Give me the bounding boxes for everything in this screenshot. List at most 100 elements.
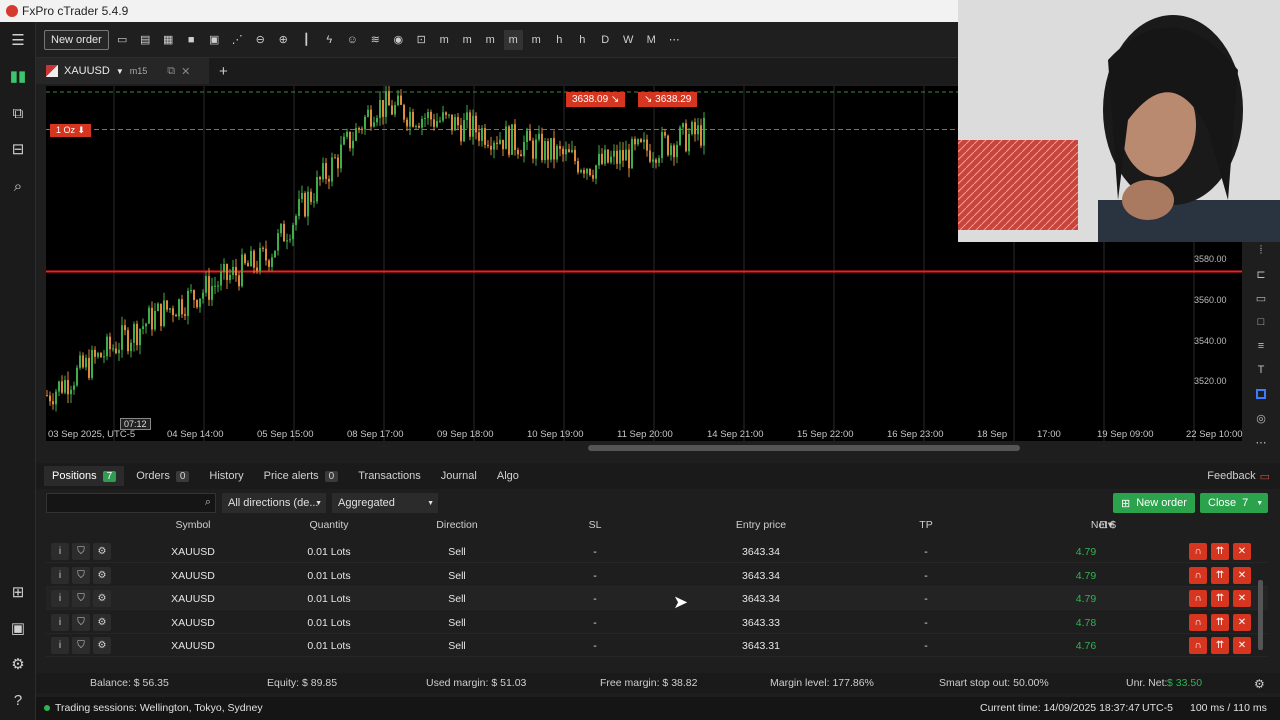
reverse-position-icon[interactable]: ∩ — [1189, 637, 1207, 654]
chart-scrollbar[interactable] — [588, 445, 1020, 451]
lines-icon[interactable]: ≡ — [1246, 336, 1276, 356]
tab-orders[interactable]: Orders 0 — [128, 466, 197, 486]
channel-icon[interactable]: ⊏ — [1246, 264, 1276, 284]
table-scrollbar[interactable] — [1258, 580, 1263, 650]
reverse-position-icon[interactable]: ∩ — [1189, 543, 1207, 560]
zoom-out-icon[interactable]: ⊖ — [251, 30, 270, 50]
tab-positions[interactable]: Positions 7 — [44, 466, 125, 486]
tab-history[interactable]: History — [201, 466, 251, 486]
timeframe-m2-icon[interactable]: m — [458, 30, 477, 50]
copy-icon[interactable]: ⧉ — [0, 98, 36, 128]
indicator-icon[interactable]: ⋰ — [228, 30, 247, 50]
tab-journal[interactable]: Journal — [433, 466, 485, 486]
shield-icon[interactable]: ⛉ — [72, 590, 90, 607]
rectangle-tool-icon[interactable]: □ — [1246, 312, 1276, 332]
gear-icon[interactable]: ⚙ — [93, 566, 111, 584]
timeframe-m15-icon[interactable]: m — [503, 29, 523, 50]
robot-icon[interactable]: ☺ — [343, 30, 362, 50]
cell-tp[interactable]: - — [889, 640, 963, 652]
cell-tp[interactable]: - — [889, 593, 963, 605]
more-tools-icon[interactable]: ⋯ — [1246, 432, 1276, 452]
timezone[interactable]: UTC-5 — [1142, 702, 1173, 714]
order-line-tag[interactable]: 1 Oz ⬇ — [50, 124, 92, 137]
double-position-icon[interactable]: ⇈ — [1211, 613, 1229, 631]
col-quantity[interactable]: Quantity — [292, 519, 366, 531]
eye-icon[interactable]: ◉ — [389, 30, 408, 50]
info-icon[interactable]: i — [51, 590, 69, 607]
info-icon[interactable]: i — [51, 543, 69, 560]
col-entry-price[interactable]: Entry price — [724, 519, 798, 531]
close-all-button[interactable]: Close 7 ▼ — [1200, 493, 1268, 513]
single-chart-icon[interactable]: ■ — [182, 30, 201, 50]
table-row[interactable]: i ⛉ ⚙ XAUUSD 0.01 Lots Sell - 3643.34 - … — [46, 540, 1268, 563]
chevron-down-icon[interactable]: ▼ — [116, 67, 124, 76]
direction-select[interactable]: All directions (de... ▼ — [222, 493, 326, 513]
double-position-icon[interactable]: ⇈ — [1211, 566, 1229, 584]
gear-icon[interactable]: ⚙ — [93, 637, 111, 654]
timeframe-h1-icon[interactable]: h — [550, 30, 569, 50]
table-row[interactable]: i ⛉ ⚙ XAUUSD 0.01 Lots Sell - 3643.33 - … — [46, 611, 1268, 634]
timeframe-mn-icon[interactable]: M — [642, 30, 661, 50]
close-position-icon[interactable]: ✕ — [1233, 566, 1251, 584]
add-tab-icon[interactable]: + — [209, 63, 238, 80]
info-icon[interactable]: i — [51, 613, 69, 631]
trade-icon[interactable]: ▮▮ — [0, 61, 36, 91]
summary-settings-icon[interactable]: ⚙ — [1254, 677, 1265, 691]
close-position-icon[interactable]: ✕ — [1233, 637, 1251, 654]
price-axis[interactable]: 3580.00 3560.00 3540.00 3520.00 — [1194, 240, 1240, 430]
detach-icon[interactable]: ⧉ — [167, 65, 175, 78]
text-icon[interactable]: T — [1246, 360, 1276, 380]
cell-sl[interactable]: - — [558, 640, 632, 652]
cell-sl[interactable]: - — [558, 617, 632, 629]
chevron-down-icon[interactable]: ▼ — [1256, 500, 1263, 507]
deposit-icon[interactable]: ⊞ — [0, 577, 36, 607]
timeframe-d1-icon[interactable]: D — [596, 30, 615, 50]
gear-icon[interactable]: ⚙ — [93, 543, 111, 560]
net-settings-icon[interactable]: ⊡▾ — [1096, 519, 1116, 531]
tab-price-alerts[interactable]: Price alerts 0 — [256, 466, 347, 486]
grouping-select[interactable]: Aggregated ▼ — [332, 493, 438, 513]
more-icon[interactable]: ⋯ — [665, 30, 684, 50]
cell-tp[interactable]: - — [889, 570, 963, 582]
layers-icon[interactable]: ≋ — [366, 30, 385, 50]
double-position-icon[interactable]: ⇈ — [1211, 590, 1229, 607]
shield-icon[interactable]: ⛉ — [72, 566, 90, 584]
close-position-icon[interactable]: ✕ — [1233, 543, 1251, 560]
help-icon[interactable]: ? — [0, 685, 36, 715]
fibonacci-icon[interactable]: ⦙ — [1246, 240, 1276, 260]
close-icon[interactable]: ✕ — [181, 65, 190, 78]
bolt-icon[interactable]: ϟ — [320, 30, 339, 50]
buy-price-tag[interactable]: ↘ 3638.29 — [638, 92, 698, 107]
sell-price-tag[interactable]: 3638.09 ↘ — [566, 92, 626, 107]
reverse-position-icon[interactable]: ∩ — [1189, 613, 1207, 631]
info-icon[interactable]: i — [51, 566, 69, 584]
timeframe-h4-icon[interactable]: h — [573, 30, 592, 50]
shield-icon[interactable]: ⛉ — [72, 613, 90, 631]
grid-icon[interactable]: ▦ — [159, 30, 178, 50]
timeframe-m30-icon[interactable]: m — [527, 30, 546, 50]
template-icon[interactable]: ⊡ — [412, 30, 431, 50]
col-symbol[interactable]: Symbol — [156, 519, 230, 531]
cell-sl[interactable]: - — [558, 570, 632, 582]
wallet-icon[interactable]: ▣ — [0, 613, 36, 643]
cell-sl[interactable]: - — [558, 593, 632, 605]
layout-icon[interactable]: ▤ — [136, 30, 155, 50]
reverse-position-icon[interactable]: ∩ — [1189, 566, 1207, 584]
panel-new-order-button[interactable]: ⊞ New order — [1113, 493, 1195, 513]
double-position-icon[interactable]: ⇈ — [1211, 637, 1229, 654]
cell-tp[interactable]: - — [889, 546, 963, 558]
reverse-position-icon[interactable]: ∩ — [1189, 590, 1207, 607]
shield-icon[interactable]: ⛉ — [72, 543, 90, 560]
cell-sl[interactable]: - — [558, 546, 632, 558]
cell-tp[interactable]: - — [889, 617, 963, 629]
new-order-button[interactable]: New order — [44, 29, 109, 50]
chart-tab-xauusd[interactable]: XAUUSD ▼ m15 ⧉ ✕ — [36, 58, 209, 84]
table-row[interactable]: i ⛉ ⚙ XAUUSD 0.01 Lots Sell - 3643.34 - … — [46, 564, 1268, 587]
col-tp[interactable]: TP — [889, 519, 963, 531]
table-row[interactable]: i ⛉ ⚙ XAUUSD 0.01 Lots Sell - 3643.34 - … — [46, 587, 1268, 610]
rectangle-icon[interactable]: ▭ — [1246, 288, 1276, 308]
close-position-icon[interactable]: ✕ — [1233, 613, 1251, 631]
zoom-in-icon[interactable]: ⊕ — [274, 30, 293, 50]
feedback-button[interactable]: Feedback ▭ — [1207, 470, 1270, 483]
algo-icon[interactable]: ⊟ — [0, 134, 36, 164]
